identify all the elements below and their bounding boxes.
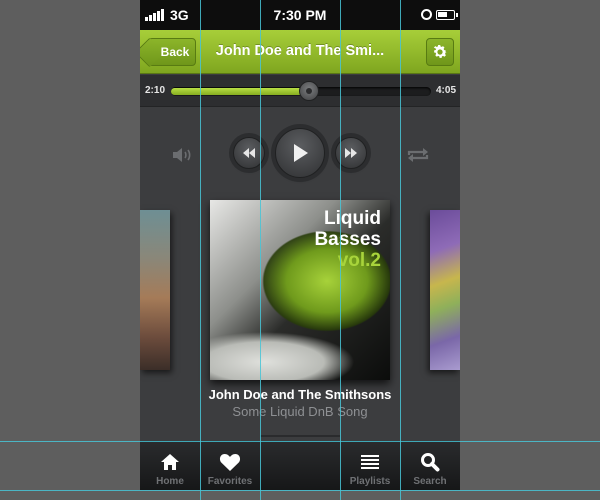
play-button[interactable] [275,128,325,178]
tab-home[interactable]: Home [140,442,200,491]
back-button[interactable]: Back [148,38,196,66]
back-button-label: Back [160,45,190,59]
album-cover[interactable]: Liquid Basses vol.2 [210,200,390,380]
gear-icon [433,44,448,58]
tab-favorites[interactable]: Favorites [200,442,260,491]
repeat-icon[interactable] [406,146,430,164]
next-album-cover[interactable] [430,210,460,370]
guide-line [260,0,261,500]
guide-line [0,490,600,491]
guide-line [200,0,201,500]
status-bar: 3G 7:30 PM [140,0,460,30]
page-indicator [260,435,340,437]
tab-home-label: Home [156,476,184,487]
phone-screen: 3G 7:30 PM Back John Doe and The Smi... … [140,0,460,500]
guide-line [400,0,401,500]
guide-line [340,0,341,500]
tab-search-label: Search [413,476,447,487]
play-icon [294,144,308,162]
total-time: 4:05 [436,85,457,96]
progress-fill [171,88,309,95]
album-cover-line3: vol.2 [337,250,381,271]
elapsed-time: 2:10 [145,85,166,96]
page-title: John Doe and The Smi... [215,43,385,59]
list-icon [359,452,381,472]
track-artist: John Doe and The Smithsons [208,387,392,402]
volume-icon[interactable] [172,146,194,164]
screen-bottom-edge [140,490,460,500]
heart-icon [219,452,241,472]
album-cover-title: Liquid Basses vol.2 [314,208,381,271]
search-icon [419,452,441,472]
tab-bar: Home Favorites Playlists Search [140,441,460,490]
home-icon [159,452,181,472]
track-song-title: Some Liquid DnB Song [232,404,368,419]
battery-icon [436,10,458,20]
progress-area: 2:10 4:05 [140,75,460,107]
nav-bar: Back John Doe and The Smi... [140,30,460,74]
tab-playlists[interactable]: Playlists [340,442,400,491]
settings-button[interactable] [426,38,454,66]
fast-forward-icon [345,148,357,158]
alarm-icon [421,9,432,20]
status-time: 7:30 PM [273,7,327,23]
album-cover-line2: Basses [314,229,381,250]
playback-controls [140,110,460,200]
album-cover-line1: Liquid [324,208,381,229]
progress-slider[interactable] [171,81,431,101]
tab-playlists-label: Playlists [349,476,391,487]
previous-album-cover[interactable] [140,210,170,370]
tab-search[interactable]: Search [400,442,460,491]
guide-line [0,441,600,442]
rewind-icon [243,148,255,158]
tab-favorites-label: Favorites [207,476,253,487]
progress-knob[interactable] [298,81,319,101]
